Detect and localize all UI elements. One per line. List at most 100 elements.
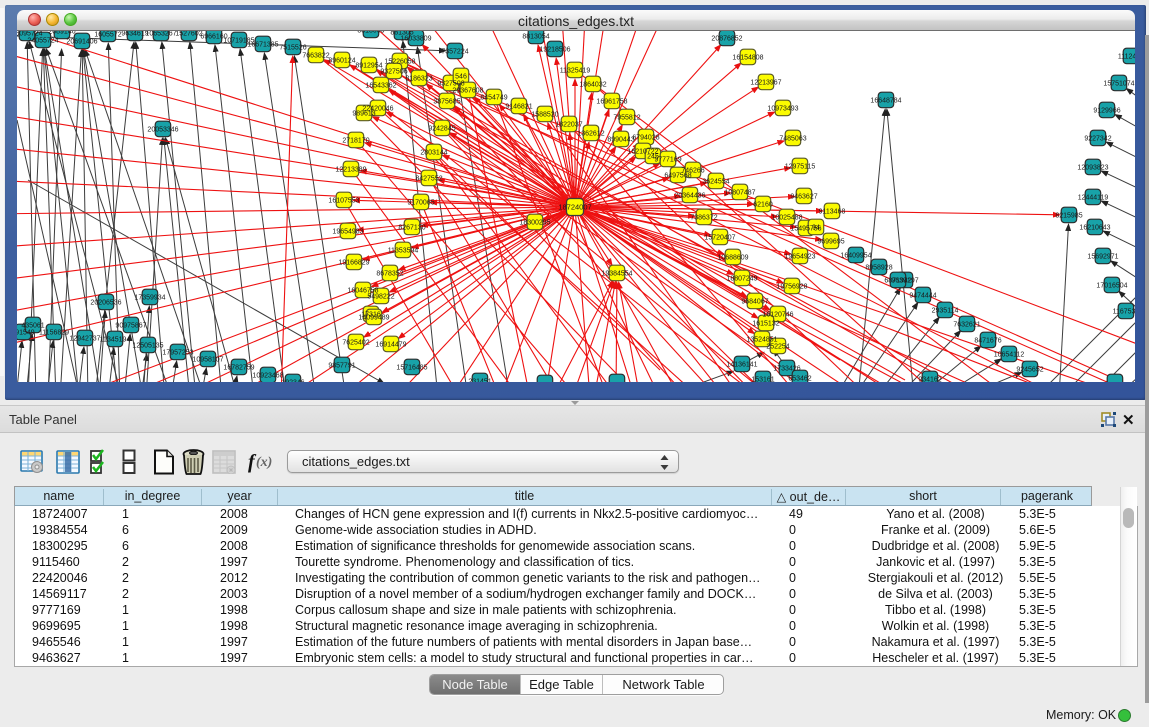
svg-text:15716485: 15716485 bbox=[396, 365, 427, 372]
svg-text:12444119: 12444119 bbox=[1078, 195, 1109, 202]
svg-text:8960124: 8960124 bbox=[328, 58, 355, 65]
svg-text:15226058: 15226058 bbox=[384, 59, 415, 66]
svg-text:6871942: 6871942 bbox=[884, 278, 911, 285]
svg-text:9245652: 9245652 bbox=[1016, 367, 1043, 374]
svg-text:8912954: 8912954 bbox=[355, 63, 382, 70]
svg-text:8267130: 8267130 bbox=[398, 225, 425, 232]
svg-text:1527602: 1527602 bbox=[175, 31, 202, 38]
svg-text:1822037: 1822037 bbox=[555, 122, 582, 129]
svg-text:8471676: 8471676 bbox=[974, 338, 1001, 345]
svg-text:934162: 934162 bbox=[918, 377, 941, 383]
svg-text:1605572: 1605572 bbox=[94, 32, 121, 39]
svg-text:7663822: 7663822 bbox=[302, 53, 329, 60]
svg-text:24055724: 24055724 bbox=[27, 38, 58, 45]
svg-text:252254: 252254 bbox=[766, 344, 789, 351]
svg-text:8427552: 8427552 bbox=[415, 176, 442, 183]
svg-text:153161: 153161 bbox=[751, 377, 774, 383]
svg-text:10973493: 10973493 bbox=[767, 106, 798, 113]
svg-text:7625402: 7625402 bbox=[342, 340, 369, 347]
svg-text:10923468: 10923468 bbox=[252, 373, 283, 380]
svg-text:546: 546 bbox=[455, 74, 467, 81]
svg-text:7485063: 7485063 bbox=[779, 136, 806, 143]
svg-text:12505135: 12505135 bbox=[132, 343, 163, 350]
svg-text:5498222: 5498222 bbox=[367, 294, 394, 301]
svg-text:989613: 989613 bbox=[352, 111, 375, 118]
svg-text:8813059: 8813059 bbox=[357, 31, 384, 35]
svg-text:12942737: 12942737 bbox=[69, 336, 100, 343]
svg-text:16914479: 16914479 bbox=[375, 342, 406, 349]
svg-text:19756928: 19756928 bbox=[776, 284, 807, 291]
svg-text:12213967: 12213967 bbox=[750, 80, 781, 87]
svg-text:6794028: 6794028 bbox=[632, 135, 659, 142]
svg-text:8813054: 8813054 bbox=[522, 34, 549, 41]
svg-text:16671385: 16671385 bbox=[247, 42, 278, 49]
svg-text:1864032: 1864032 bbox=[579, 82, 606, 89]
svg-text:7632621: 7632621 bbox=[953, 322, 980, 329]
svg-text:1615132: 1615132 bbox=[752, 321, 779, 328]
svg-text:11353594: 11353594 bbox=[388, 248, 419, 255]
svg-text:9463627: 9463627 bbox=[790, 194, 817, 201]
svg-text:8678352: 8678352 bbox=[376, 271, 403, 278]
svg-text:9327508: 9327508 bbox=[437, 81, 464, 88]
svg-text:15751074: 15751074 bbox=[1103, 81, 1134, 88]
svg-text:19166829: 19166829 bbox=[338, 260, 369, 267]
svg-text:20053346: 20053346 bbox=[147, 127, 178, 134]
svg-text:18807249: 18807249 bbox=[726, 276, 757, 283]
svg-text:10688609: 10688609 bbox=[717, 255, 748, 262]
svg-text:12975115: 12975115 bbox=[785, 164, 816, 171]
svg-text:9684067: 9684067 bbox=[741, 299, 768, 306]
svg-text:9777169: 9777169 bbox=[654, 157, 681, 164]
svg-text:2718170: 2718170 bbox=[342, 138, 369, 145]
svg-text:20691406: 20691406 bbox=[66, 39, 97, 46]
svg-text:20876852: 20876852 bbox=[711, 36, 742, 43]
svg-text:3875685: 3875685 bbox=[433, 99, 460, 106]
svg-text:2089146: 2089146 bbox=[48, 31, 75, 36]
svg-text:11325419: 11325419 bbox=[560, 68, 591, 75]
svg-text:3624554: 3624554 bbox=[702, 179, 729, 186]
svg-text:16648784: 16648784 bbox=[870, 98, 901, 105]
svg-text:16961758: 16961758 bbox=[596, 99, 627, 106]
svg-text:9327506: 9327506 bbox=[380, 69, 407, 76]
svg-text:7386372: 7386372 bbox=[690, 215, 717, 222]
svg-text:9146821: 9146821 bbox=[505, 104, 532, 111]
svg-text:653462: 653462 bbox=[788, 376, 811, 383]
svg-text:8186323: 8186323 bbox=[405, 76, 432, 83]
svg-text:391549: 391549 bbox=[17, 330, 35, 337]
svg-text:11345194: 11345194 bbox=[100, 337, 131, 344]
svg-text:9227342: 9227342 bbox=[1084, 136, 1111, 143]
svg-text:29367608: 29367608 bbox=[452, 88, 483, 95]
svg-text:9129966: 9129966 bbox=[1093, 108, 1120, 115]
svg-text:16210643: 16210643 bbox=[1079, 225, 1110, 232]
svg-text:7515526: 7515526 bbox=[279, 45, 306, 52]
svg-text:1112453: 1112453 bbox=[1118, 54, 1135, 61]
svg-text:7357224: 7357224 bbox=[441, 49, 468, 56]
svg-text:1362612: 1362612 bbox=[577, 131, 604, 138]
svg-text:8990443: 8990443 bbox=[607, 137, 634, 144]
svg-text:9242845: 9242845 bbox=[428, 126, 455, 133]
svg-text:8215985: 8215985 bbox=[1055, 213, 1082, 220]
svg-text:20364436: 20364436 bbox=[674, 193, 705, 200]
svg-text:90975867: 90975867 bbox=[115, 323, 146, 330]
svg-text:17359934: 17359934 bbox=[134, 295, 165, 302]
svg-text:19654923: 19654923 bbox=[784, 254, 815, 261]
svg-text:12093823: 12093823 bbox=[1077, 165, 1108, 172]
svg-text:10653267: 10653267 bbox=[145, 31, 176, 38]
svg-text:10025488: 10025488 bbox=[771, 215, 802, 222]
svg-text:1167531: 1167531 bbox=[1113, 309, 1135, 316]
svg-text:14136141: 14136141 bbox=[726, 362, 757, 369]
svg-text:9170065: 9170065 bbox=[407, 200, 434, 207]
svg-text:10958107: 10958107 bbox=[192, 357, 223, 364]
svg-text:18724007: 18724007 bbox=[558, 203, 591, 212]
svg-text:15720407: 15720407 bbox=[704, 235, 735, 242]
svg-text:2935114: 2935114 bbox=[932, 308, 959, 315]
svg-text:16154808: 16154808 bbox=[732, 55, 763, 62]
svg-text:10807487: 10807487 bbox=[724, 190, 755, 197]
svg-text:2803144: 2803144 bbox=[420, 150, 447, 157]
svg-text:9474444: 9474444 bbox=[909, 293, 936, 300]
svg-text:19218506: 19218506 bbox=[539, 47, 570, 54]
svg-text:9699695: 9699695 bbox=[817, 239, 844, 246]
svg-text:8958928: 8958928 bbox=[865, 265, 892, 272]
svg-text:20206536: 20206536 bbox=[90, 300, 121, 307]
svg-text:192346: 192346 bbox=[281, 380, 304, 383]
svg-text:8454749: 8454749 bbox=[480, 95, 507, 102]
